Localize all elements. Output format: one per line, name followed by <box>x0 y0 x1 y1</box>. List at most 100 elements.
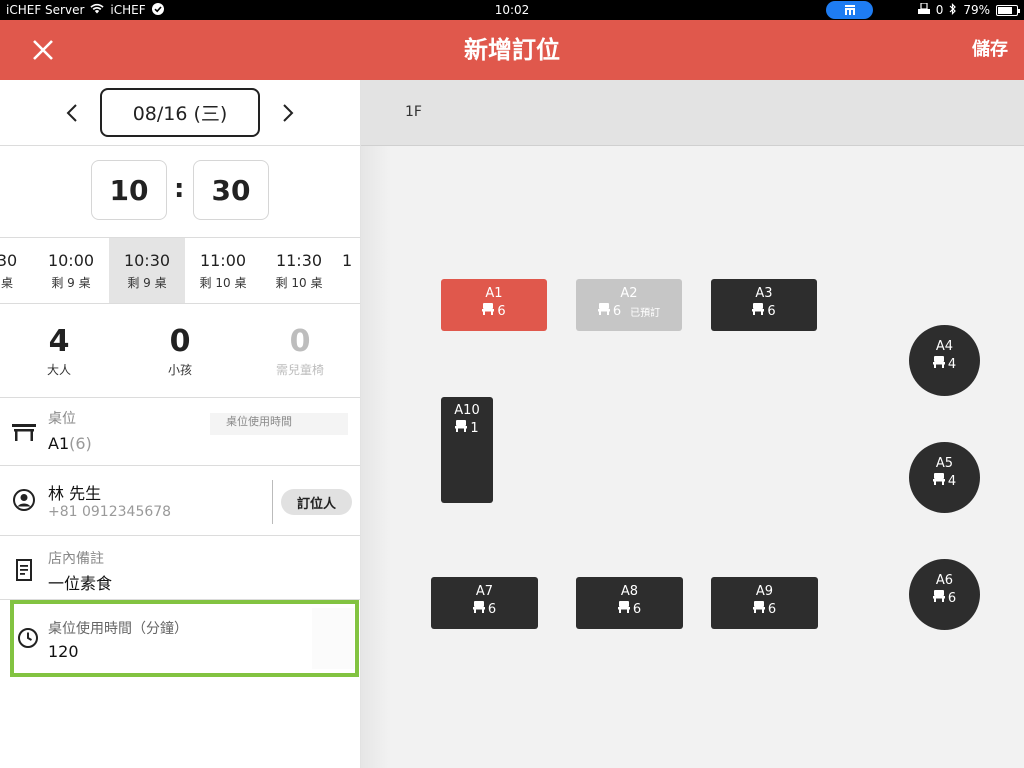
app-header: 新增訂位 儲存 <box>0 20 1024 80</box>
note-field[interactable]: 店內備註 一位素食 <box>0 536 360 600</box>
table-a4-id: A4 <box>935 339 954 354</box>
minute-input[interactable]: 30 <box>193 160 269 220</box>
chair-icon <box>597 303 610 319</box>
close-icon <box>33 40 53 60</box>
floor-plan: A1 6 A2 6 已預訂 A3 6 A4 4 A10 1 A5 4 A7 6 A… <box>361 146 1024 768</box>
ghost-duration-label: 桌位使用時間 <box>210 413 348 435</box>
time-slot-strip[interactable]: 30 桌 10:00 剩 9 桌 10:30 剩 9 桌 11:00 剩 10 … <box>0 238 360 304</box>
time-slot-selected[interactable]: 10:30 剩 9 桌 <box>109 238 185 303</box>
table-a1-seats: 6 <box>497 303 506 319</box>
floor-tab-1f[interactable]: 1F <box>405 104 422 120</box>
table-a6[interactable]: A6 6 <box>909 559 980 630</box>
children-counter[interactable]: 0 小孩 <box>125 304 235 378</box>
chair-icon <box>455 420 468 436</box>
table-field-label: 桌位 <box>48 411 76 427</box>
wifi-name: iCHEF <box>110 3 146 17</box>
table-a4-seats: 4 <box>947 356 957 372</box>
children-count: 0 <box>169 324 191 359</box>
date-picker[interactable]: 08/16 (三) <box>100 88 260 137</box>
children-label: 小孩 <box>167 363 192 377</box>
table-a7[interactable]: A7 6 <box>431 577 538 629</box>
highlight-inner <box>312 608 354 669</box>
table-a1[interactable]: A1 6 <box>441 279 547 331</box>
slot-remaining: 剩 10 桌 <box>275 276 323 290</box>
wifi-icon <box>90 3 104 17</box>
slot-remaining: 剩 10 桌 <box>199 276 247 290</box>
slot-remaining: 剩 9 桌 <box>51 276 91 290</box>
party-size-row: 4 大人 0 小孩 0 需兒童椅 <box>0 304 360 398</box>
adults-counter[interactable]: 4 大人 <box>4 304 114 378</box>
booker-divider <box>272 480 273 524</box>
table-capacity: (6) <box>69 434 92 453</box>
adults-label: 大人 <box>46 363 71 377</box>
save-button[interactable]: 儲存 <box>972 20 1008 80</box>
table-a2-id: A2 <box>620 286 638 301</box>
table-a3-seats: 6 <box>767 303 776 319</box>
chair-icon <box>617 601 630 617</box>
adults-count: 4 <box>48 324 70 359</box>
chair-icon <box>932 590 945 606</box>
bluetooth-icon <box>949 2 957 18</box>
time-slot[interactable]: 11:30 剩 10 桌 <box>261 238 337 303</box>
table-a5-id: A5 <box>935 456 954 471</box>
time-slot[interactable]: 1 <box>342 238 360 303</box>
high-chair-count: 0 <box>289 324 311 359</box>
hour-input[interactable]: 10 <box>91 160 167 220</box>
booker-button[interactable]: 訂位人 <box>281 489 352 515</box>
date-row: 08/16 (三) <box>0 80 360 146</box>
chair-icon <box>472 601 485 617</box>
chair-icon <box>932 473 945 489</box>
slot-time: 10:30 <box>123 251 171 270</box>
reservation-form: 08/16 (三) 10 : 30 30 桌 10:00 剩 9 桌 10:30… <box>0 80 361 768</box>
slot-remaining: 剩 9 桌 <box>127 276 167 290</box>
table-field-value: A1(6) <box>48 434 92 453</box>
chair-icon <box>752 601 765 617</box>
table-a4[interactable]: A4 4 <box>909 325 980 396</box>
table-a9-id: A9 <box>755 584 774 599</box>
floor-tab-bar: 1F <box>361 80 1024 146</box>
table-a6-id: A6 <box>935 573 954 588</box>
chevron-left-icon <box>66 104 77 122</box>
table-a3[interactable]: A3 6 <box>711 279 817 331</box>
table-a10[interactable]: A10 1 <box>441 397 493 503</box>
table-icon <box>12 420 36 444</box>
slot-time: 30 <box>0 251 18 270</box>
table-a1-id: A1 <box>485 286 503 301</box>
table-a2[interactable]: A2 6 已預訂 <box>576 279 682 331</box>
slot-time: 11:00 <box>199 251 247 270</box>
mirror-icon <box>844 5 855 15</box>
page-title: 新增訂位 <box>464 36 560 64</box>
check-icon <box>151 2 164 18</box>
table-a9-seats: 6 <box>767 601 777 617</box>
note-value: 一位素食 <box>48 574 113 593</box>
tray-icon <box>917 2 930 17</box>
tray-count: 0 <box>935 3 944 17</box>
table-a8[interactable]: A8 6 <box>576 577 683 629</box>
user-icon <box>12 488 36 512</box>
customer-phone: +81 0912345678 <box>48 504 172 520</box>
table-a10-seats: 1 <box>470 420 479 436</box>
chair-icon <box>482 303 495 319</box>
table-a5-seats: 4 <box>947 473 957 489</box>
chair-icon <box>752 303 765 319</box>
battery-icon <box>996 4 1020 16</box>
high-chair-counter[interactable]: 0 需兒童椅 <box>245 304 355 378</box>
table-id: A1 <box>48 434 70 453</box>
time-slot[interactable]: 10:00 剩 9 桌 <box>33 238 109 303</box>
table-a5[interactable]: A5 4 <box>909 442 980 513</box>
time-slot[interactable]: 11:00 剩 10 桌 <box>185 238 261 303</box>
note-label: 店內備註 <box>48 551 104 567</box>
customer-name: 林 先生 <box>48 484 102 503</box>
prev-date-button[interactable] <box>60 100 84 126</box>
table-a9[interactable]: A9 6 <box>711 577 818 629</box>
time-row: 10 : 30 <box>0 146 360 238</box>
screen-mirror-pill[interactable] <box>826 1 873 19</box>
note-icon <box>12 558 36 582</box>
slot-time: 1 <box>342 251 353 270</box>
next-date-button[interactable] <box>276 100 300 126</box>
close-button[interactable] <box>24 31 62 69</box>
chevron-right-icon <box>283 104 294 122</box>
time-slot[interactable]: 30 桌 <box>0 238 32 303</box>
high-chair-label: 需兒童椅 <box>275 363 324 377</box>
battery-percent: 79% <box>963 3 990 17</box>
